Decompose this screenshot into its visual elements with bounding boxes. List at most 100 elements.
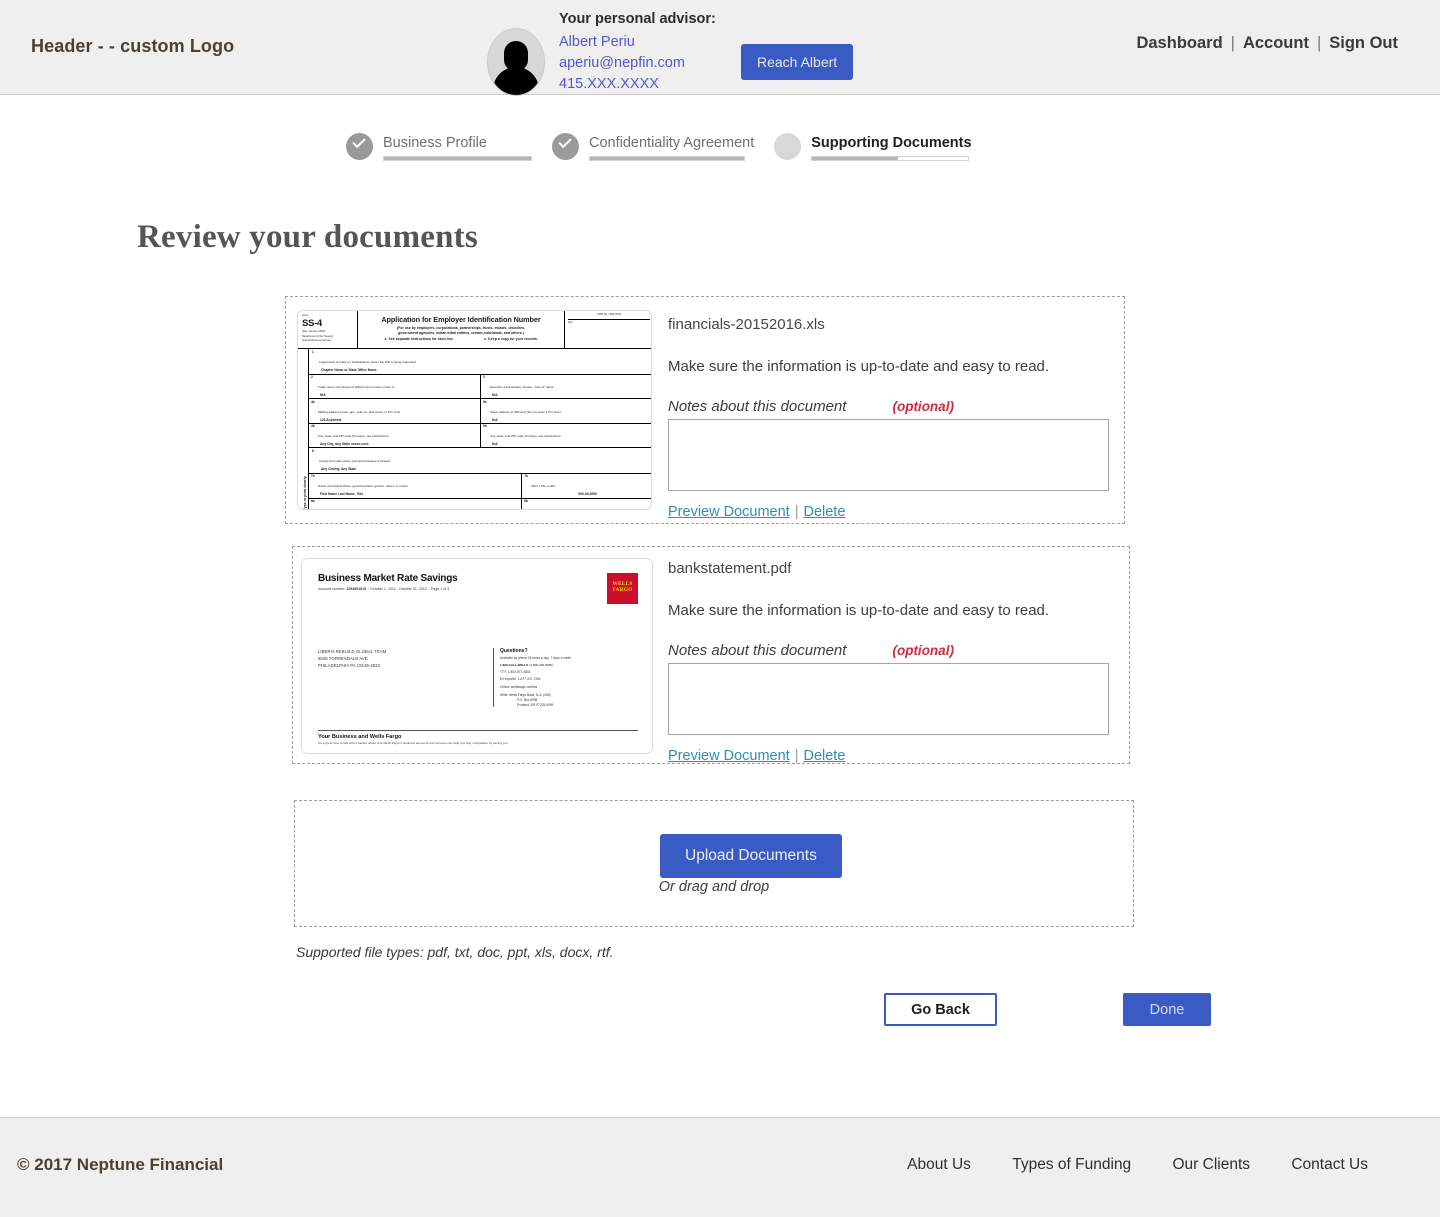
notes-input[interactable] [668,663,1109,735]
action-separator: | [794,504,799,520]
step-supporting-documents[interactable]: Supporting Documents [774,133,972,161]
wf-meta: Account number: 1254691015 ∶ October 1, … [318,587,450,591]
document-filename: financials-20152016.xls [668,316,825,333]
preview-document-link[interactable]: Preview Document [668,748,790,764]
user-avatar-icon [487,28,545,96]
wf-available: Available by phone 24 hours a day, 7 day… [500,656,572,660]
nav-separator-2: | [1316,34,1322,52]
wf-write3: Portland, OR 97228-6995 [517,702,554,707]
ss4-l7b-value: 000-00-0000 [578,492,597,497]
notes-label-row: Notes about this document (optional) [668,642,1110,659]
upload-dropzone[interactable]: Upload Documents Or drag and drop [294,800,1134,927]
wf-address: LIBERIA REBUILD GLOBAL TEAM 6528 TORRESD… [318,648,493,707]
wf-questions-header: Questions? [500,648,528,654]
notes-label: Notes about this document [668,642,847,659]
delete-document-link[interactable]: Delete [803,504,845,520]
ss4-l6-value: Any County, Any State [321,467,357,472]
ss4-form-number: SS-4 [302,317,322,329]
ss4-sub3a: ► See separate instructions for each lin… [384,337,454,342]
notes-label-row: Notes about this document (optional) [668,398,1110,415]
step-business-profile[interactable]: Business Profile [346,133,532,161]
ss4-form-preview: Form SS-4 (Rev. January 2009) Department… [298,311,651,510]
ss4-l1-label: Legal name of entity (or individual) for… [319,360,416,364]
document-thumbnail-ss4[interactable]: Form SS-4 (Rev. January 2009) Department… [297,310,652,510]
ss4-l5b-value: N/A [492,442,498,447]
ss4-l4a-value: 123 Anystreet [320,417,342,422]
preview-document-link[interactable]: Preview Document [668,504,790,520]
wf-account-number: 1254691015 [346,587,367,591]
nav-separator-1: | [1230,34,1235,52]
ss4-sub2: government agencies, Indian tribal entit… [398,330,524,335]
nav-sign-out[interactable]: Sign Out [1329,34,1398,52]
ss4-l7b-label: SSN, ITIN, or EIN [531,484,556,489]
ss4-title: Application for Employer Identification … [381,315,541,324]
advisor-name-link[interactable]: Albert Periu [559,32,716,53]
delete-document-link[interactable]: Delete [803,748,845,764]
wf-addr2: 6528 TORRESDALE AVE [318,656,368,661]
done-button[interactable]: Done [1123,993,1211,1026]
footer-copyright: © 2017 Neptune Financial [17,1155,224,1174]
reach-advisor-button[interactable]: Reach Albert [741,44,854,80]
advisor-block: Your personal advisor: Albert Periu aper… [487,8,716,96]
ss4-rev: (Rev. January 2009) [302,329,326,333]
ss4-l5b-label: City, state, and ZIP code (if foreign, s… [490,434,561,439]
wf-footer: Your Business and Wells Fargo It's a gre… [318,729,638,745]
document-thumbnail-bank-statement[interactable]: Business Market Rate Savings Account num… [301,558,653,754]
wf-espanol: En español: 1-877-337-7454 [500,677,541,682]
ss4-l2-value: N/A [320,393,326,398]
advisor-phone-link[interactable]: 415.XXX.XXXX [559,74,716,95]
header-nav: Dashboard | Account | Sign Out [1136,34,1398,53]
wf-phone-main: 1-800-CALL-WELLS (1-800-225-5935) [500,662,553,667]
ss4-sub3b: ► Keep a copy for your records. [483,337,538,342]
avatar-body [493,67,539,95]
step-progress-bar-2 [811,156,970,161]
wf-period: October 1, 2012 - October 31, 2012 [370,587,427,591]
ss4-l3-label: Executor, administrator, trustee, “care … [490,385,554,390]
ss4-side-label: Type or print clearly. [298,349,309,509]
ss4-l7a-value: First Name Last Name, Title [320,492,364,497]
wf-tty: TTY: 1-800-877-4833 [500,669,531,674]
footer-link-about-us[interactable]: About Us [907,1156,971,1173]
wf-title: Business Market Rate Savings [318,573,458,584]
ss4-l6-label: County and state where principal busines… [319,459,390,464]
upload-documents-button[interactable]: Upload Documents [660,834,842,878]
document-card: Form SS-4 (Rev. January 2009) Department… [285,296,1125,524]
avatar [487,28,545,96]
notes-input[interactable] [668,419,1109,491]
action-separator: | [794,748,799,764]
document-hint: Make sure the information is up-to-date … [668,358,1050,375]
wells-fargo-statement-preview: Business Market Rate Savings Account num… [302,559,652,753]
wf-page: Page 1 of 3 [430,587,450,591]
nav-account[interactable]: Account [1243,34,1309,52]
wf-questions-block: Questions? Available by phone 24 hours a… [493,648,613,708]
footer-link-our-clients[interactable]: Our Clients [1172,1156,1250,1173]
ss4-l8b-label1: If 8a is “Yes,” enter the number of [531,509,576,510]
step-label-business-profile: Business Profile [383,135,487,151]
site-footer: © 2017 Neptune Financial About Us Types … [0,1117,1440,1217]
ss4-l7a-label: Name of principal officer, general partn… [318,484,408,489]
check-circle-icon [346,133,373,160]
wf-online: Online: wellsfargo.com/biz [500,685,538,690]
wf-footer-text: It's a great time to talk with a banker … [318,741,508,745]
wf-phone-alt: (1-800-225-5935) [529,662,553,667]
footer-nav: About Us Types of Funding Our Clients Co… [907,1156,1368,1174]
step-label-supporting-documents: Supporting Documents [811,135,972,151]
ss4-ein-label: EIN [568,318,650,325]
footer-link-types-of-funding[interactable]: Types of Funding [1012,1156,1131,1173]
nav-dashboard[interactable]: Dashboard [1136,34,1222,52]
document-actions: Preview Document | Delete [668,504,1110,520]
go-back-button[interactable]: Go Back [884,993,997,1026]
footer-link-contact-us[interactable]: Contact Us [1291,1156,1368,1173]
advisor-title: Your personal advisor: [559,11,716,27]
ss4-dept2: Internal Revenue Service [302,338,332,342]
document-details: financials-20152016.xls Make sure the in… [668,315,1110,520]
document-filename: bankstatement.pdf [668,560,792,577]
step-progress-bar-0 [383,156,532,161]
wf-divider [318,729,638,731]
page-title: Review your documents [137,219,478,256]
document-actions: Preview Document | Delete [668,748,1110,764]
document-details: bankstatement.pdf Make sure the informat… [668,559,1110,764]
ss4-l4b-value: Any City, Any State xxxxx-xxxx [320,442,369,447]
step-confidentiality-agreement[interactable]: Confidentiality Agreement [552,133,754,161]
advisor-email-link[interactable]: aperiu@nepfin.com [559,53,716,74]
